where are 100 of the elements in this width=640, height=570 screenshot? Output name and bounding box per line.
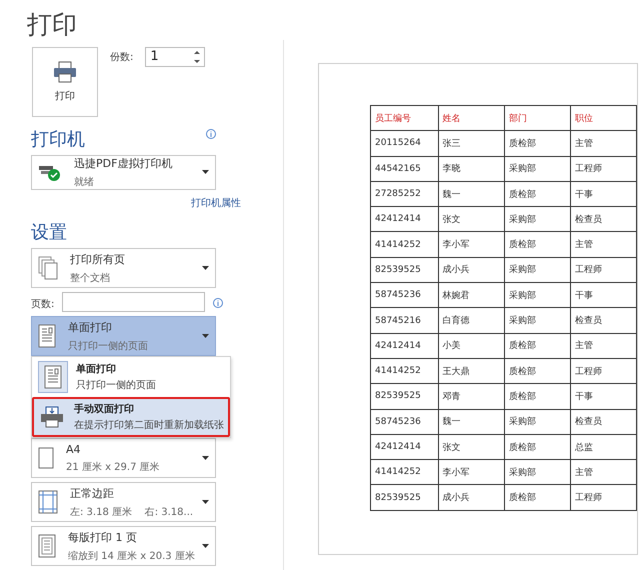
table-cell: 41414252 bbox=[370, 232, 438, 258]
table-cell: 李小军 bbox=[438, 460, 504, 485]
page-title: 打印 bbox=[27, 9, 78, 41]
copies-spinner[interactable]: 1 bbox=[145, 46, 206, 67]
option-description: 缩放到 14 厘米 x 20.3 厘米 bbox=[68, 550, 194, 562]
document-icon bbox=[38, 324, 56, 348]
table-cell: 林婉君 bbox=[438, 282, 504, 308]
option-title: 手动双面打印 bbox=[74, 402, 135, 416]
dropdown-arrow-icon bbox=[202, 266, 209, 270]
option-description: 在提示打印第二面时重新加载纸张 bbox=[74, 418, 224, 432]
printer-name: 迅捷PDF虚拟打印机 bbox=[74, 156, 174, 171]
table-cell: 采购部 bbox=[504, 206, 570, 232]
table-cell: 工程师 bbox=[570, 484, 636, 510]
info-icon[interactable] bbox=[206, 128, 216, 139]
table-cell: 82539525 bbox=[370, 384, 438, 410]
dropdown-arrow-icon bbox=[202, 500, 209, 504]
dropdown-arrow-icon bbox=[202, 334, 209, 338]
settings-dropdown[interactable]: 打印所有页 整个文档 bbox=[31, 248, 216, 288]
option-description: 左: 3.18 厘米 右: 3.18... bbox=[70, 506, 194, 518]
table-cell: 采购部 bbox=[504, 282, 570, 308]
option-title: 单面打印 bbox=[76, 362, 117, 376]
table-cell: 42412414 bbox=[370, 206, 438, 232]
table-cell: 采购部 bbox=[504, 460, 570, 485]
table-cell: 主管 bbox=[570, 232, 636, 258]
option-title: 正常边距 bbox=[70, 486, 115, 500]
pages-field[interactable] bbox=[62, 292, 206, 312]
table-cell: 82539525 bbox=[370, 484, 438, 510]
printer-status: 就绪 bbox=[74, 176, 95, 189]
option-description: 只打印一侧的页面 bbox=[76, 378, 156, 392]
table-header-cell: 姓名 bbox=[438, 106, 504, 131]
table-cell: 主管 bbox=[570, 130, 636, 156]
table-cell: 质检部 bbox=[504, 484, 570, 510]
printer-properties-link[interactable]: 打印机属性 bbox=[191, 196, 241, 210]
settings-dropdown[interactable]: 正常边距 左: 3.18 厘米 右: 3.18... bbox=[31, 482, 216, 522]
table-cell: 44542165 bbox=[370, 156, 438, 182]
dropdown-arrow-icon bbox=[202, 456, 209, 460]
table-cell: 魏一 bbox=[438, 181, 504, 207]
table-cell: 主管 bbox=[570, 460, 636, 485]
option-description: 只打印一侧的页面 bbox=[68, 340, 149, 352]
table-cell: 干事 bbox=[570, 181, 636, 207]
table-cell: 20115264 bbox=[370, 130, 438, 156]
table-cell: 成小兵 bbox=[438, 484, 504, 510]
table-cell: 小美 bbox=[438, 333, 504, 358]
table-header-cell: 部门 bbox=[504, 106, 570, 131]
table-cell: 41414252 bbox=[370, 460, 438, 485]
table-cell: 质检部 bbox=[504, 384, 570, 410]
table-cell: 质检部 bbox=[504, 181, 570, 207]
option-title: 单面打印 bbox=[68, 320, 113, 334]
settings-dropdown[interactable]: A4 21 厘米 x 29.7 厘米 bbox=[31, 438, 216, 478]
table-cell: 工程师 bbox=[570, 257, 636, 283]
table-cell: 采购部 bbox=[504, 257, 570, 283]
option-title: A4 bbox=[66, 442, 82, 456]
settings-dropdown[interactable]: 每版打印 1 页 缩放到 14 厘米 x 20.3 厘米 bbox=[31, 526, 216, 566]
printer-heading: 打印机 bbox=[31, 128, 85, 151]
settings-dropdown[interactable]: 单面打印 只打印一侧的页面 bbox=[31, 316, 216, 356]
option-description: 21 厘米 x 29.7 厘米 bbox=[66, 460, 161, 474]
printer-dropdown[interactable]: 迅捷PDF虚拟打印机 就绪 bbox=[31, 154, 216, 190]
document-icon bbox=[38, 534, 56, 558]
table-cell: 27285252 bbox=[370, 181, 438, 207]
menu-item[interactable]: 手动双面打印 在提示打印第二面时重新加载纸张 bbox=[32, 397, 230, 437]
printer-icon bbox=[40, 406, 64, 428]
table-cell: 58745236 bbox=[370, 409, 438, 434]
table-cell: 邓青 bbox=[438, 384, 504, 410]
settings-heading: 设置 bbox=[31, 221, 67, 244]
table-cell: 58745236 bbox=[370, 282, 438, 308]
margins-icon bbox=[38, 490, 58, 514]
table-cell: 检查员 bbox=[570, 409, 636, 434]
table-cell: 82539525 bbox=[370, 257, 438, 283]
pages-icon bbox=[38, 256, 58, 280]
table-cell: 成小兵 bbox=[438, 257, 504, 283]
document-icon bbox=[44, 365, 62, 389]
table-cell: 质检部 bbox=[504, 434, 570, 460]
table-header-cell: 职位 bbox=[570, 106, 636, 131]
table-header-cell: 员工编号 bbox=[370, 106, 438, 131]
table-cell: 采购部 bbox=[504, 409, 570, 434]
page-icon bbox=[38, 447, 54, 469]
table-cell: 魏一 bbox=[438, 409, 504, 434]
menu-item[interactable]: 单面打印 只打印一侧的页面 bbox=[32, 357, 230, 397]
table-cell: 工程师 bbox=[570, 358, 636, 384]
table-cell: 42412414 bbox=[370, 434, 438, 460]
table-cell: 总监 bbox=[570, 434, 636, 460]
table-cell: 干事 bbox=[570, 384, 636, 410]
table-cell: 工程师 bbox=[570, 156, 636, 182]
table-cell: 质检部 bbox=[504, 130, 570, 156]
table-cell: 检查员 bbox=[570, 308, 636, 334]
dropdown-arrow-icon bbox=[202, 170, 209, 174]
table-cell: 58745216 bbox=[370, 308, 438, 334]
info-icon[interactable] bbox=[213, 298, 224, 308]
table-cell: 采购部 bbox=[504, 308, 570, 334]
copies-label: 份数: bbox=[110, 50, 134, 65]
dropdown-arrow-icon bbox=[202, 544, 209, 548]
print-button[interactable]: 打印 bbox=[32, 46, 98, 117]
pages-label: 页数: bbox=[31, 298, 54, 310]
table-cell: 检查员 bbox=[570, 206, 636, 232]
table-cell: 张三 bbox=[438, 130, 504, 156]
table-cell: 质检部 bbox=[504, 232, 570, 258]
table-cell: 张文 bbox=[438, 206, 504, 232]
option-title: 打印所有页 bbox=[70, 252, 126, 266]
table-cell: 主管 bbox=[570, 333, 636, 358]
table-cell: 李晓 bbox=[438, 156, 504, 182]
